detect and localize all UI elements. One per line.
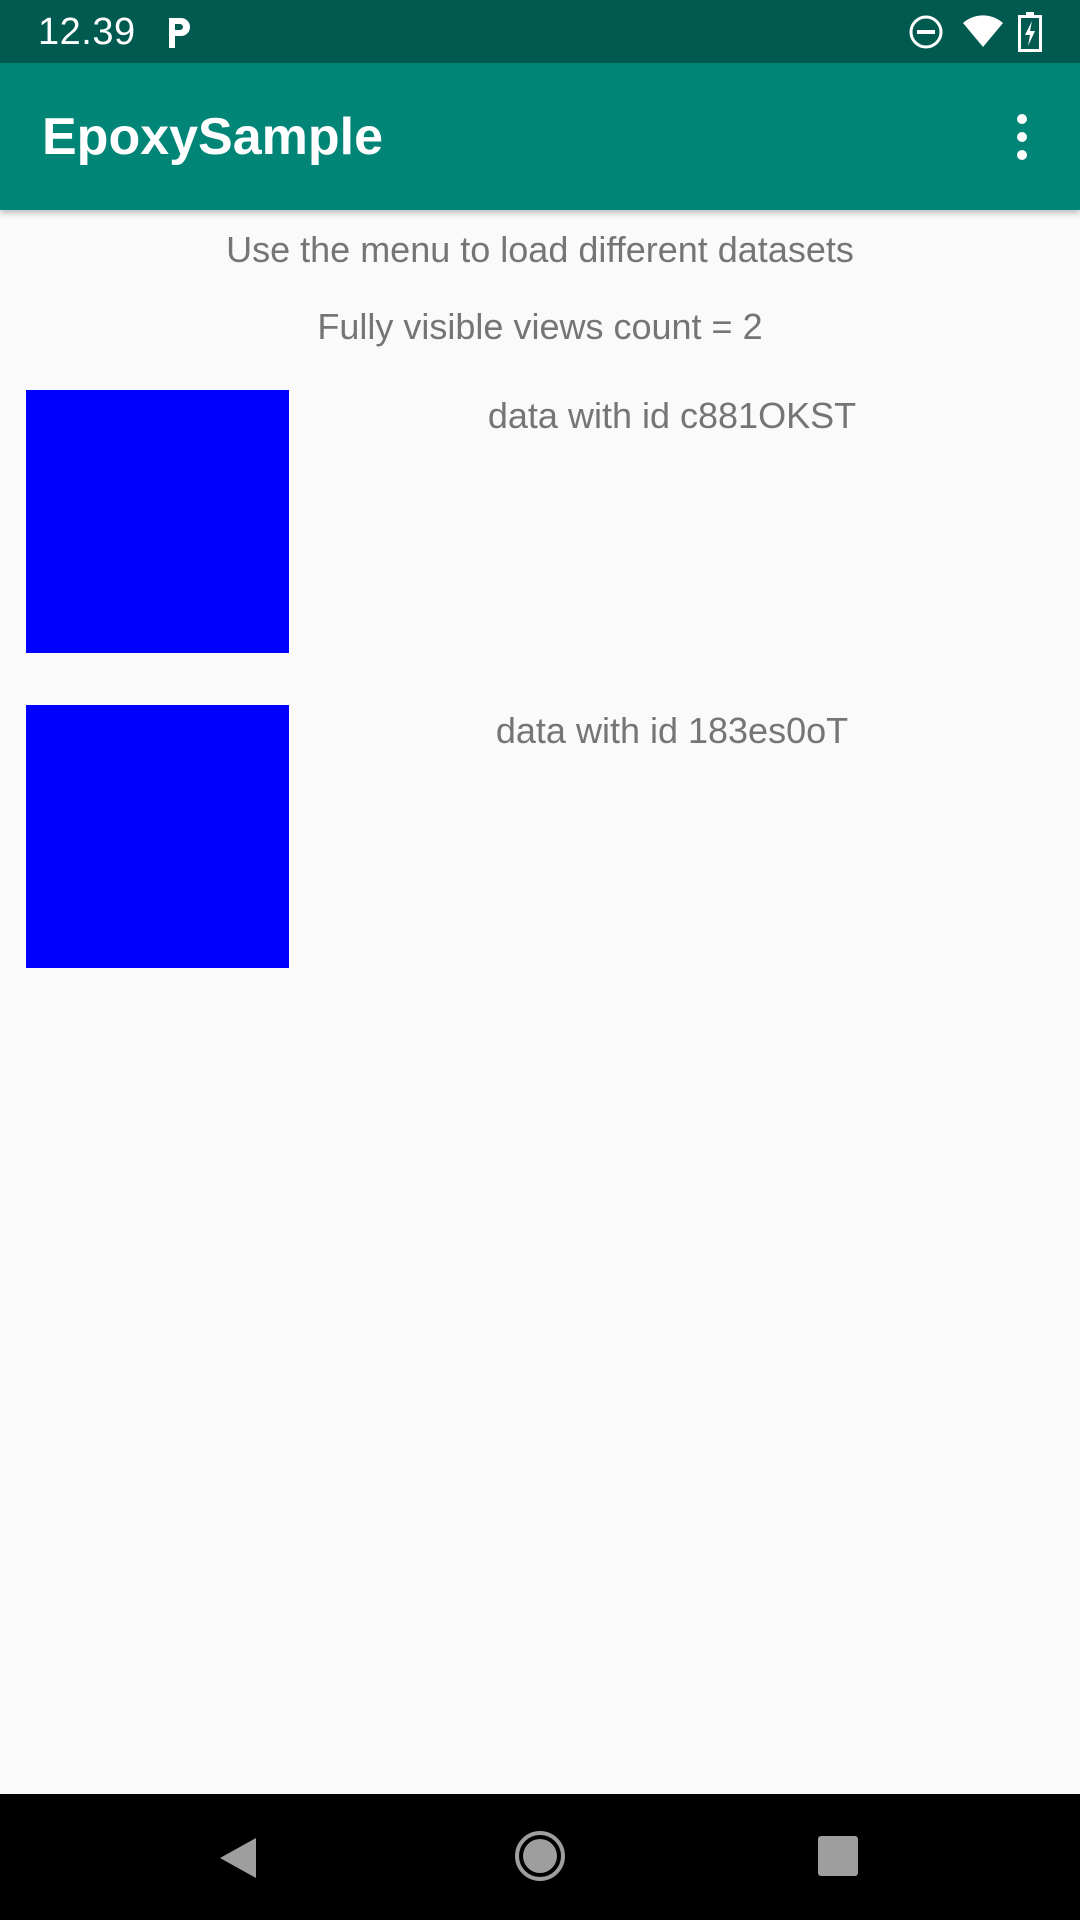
visible-count-text: Fully visible views count = 2 <box>317 306 763 347</box>
app-title: EpoxySample <box>42 108 384 166</box>
screen: 12.39 EpoxySample Use the menu to load d… <box>0 0 1080 1920</box>
app-bar: EpoxySample <box>0 63 1080 210</box>
navigation-bar <box>0 1794 1080 1920</box>
back-icon[interactable] <box>216 1834 260 1882</box>
item-label: data with id 183es0oT <box>495 710 849 751</box>
home-icon[interactable] <box>514 1830 566 1882</box>
status-bar: 12.39 <box>0 0 1080 63</box>
do-not-disturb-icon <box>909 15 943 49</box>
instruction-text: Use the menu to load different datasets <box>226 229 854 270</box>
list-item: data with id 183es0oT <box>0 705 1080 968</box>
parking-notification-icon <box>169 18 190 48</box>
item-label: data with id c881OKST <box>487 395 857 436</box>
more-vert-icon[interactable] <box>998 109 1046 165</box>
list-item: data with id c881OKST <box>0 390 1080 653</box>
item-color-block <box>26 390 289 653</box>
status-time: 12.39 <box>38 11 136 53</box>
recents-icon[interactable] <box>818 1836 858 1876</box>
battery-charging-icon <box>1018 12 1042 52</box>
wifi-icon <box>963 15 1003 48</box>
item-color-block <box>26 705 289 968</box>
